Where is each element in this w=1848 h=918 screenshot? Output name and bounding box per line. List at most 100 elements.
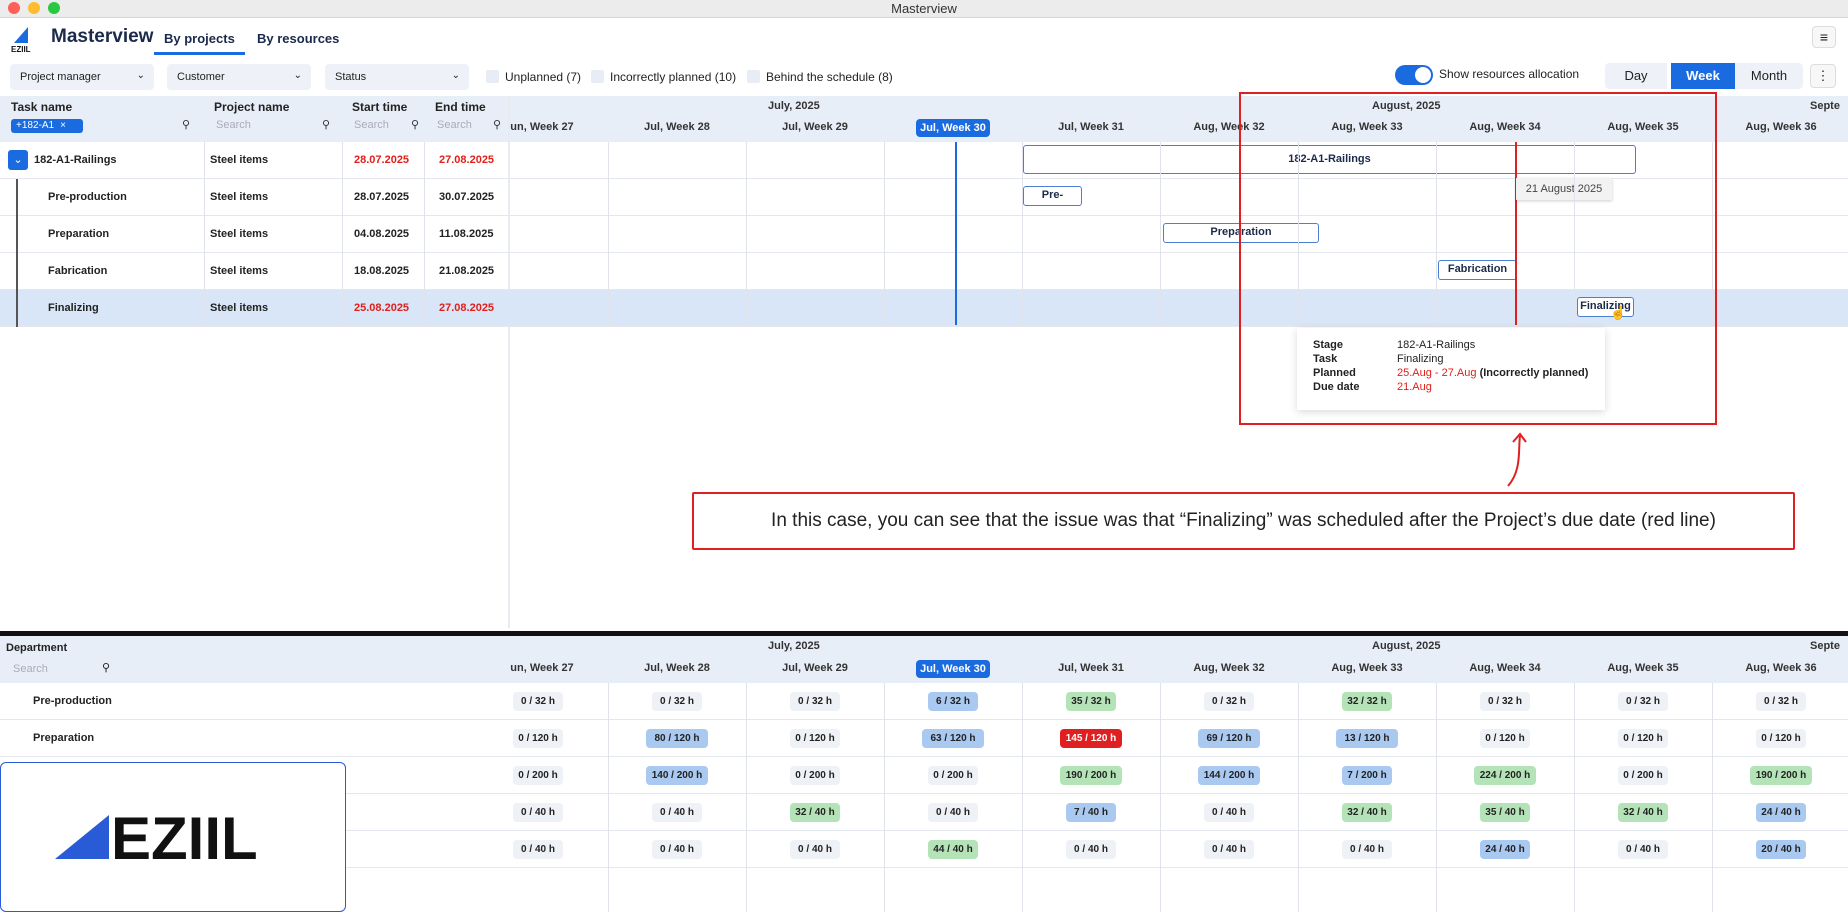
project-search-input[interactable]: Search (216, 119, 251, 131)
start-search-input[interactable]: Search (354, 119, 389, 131)
allocation-pill[interactable]: 0 / 200 h (1618, 766, 1668, 785)
allocation-pill[interactable]: 190 / 200 h (1750, 766, 1812, 785)
more-options-icon[interactable]: ⋮ (1810, 64, 1836, 88)
allocation-pill[interactable]: 35 / 32 h (1066, 692, 1116, 711)
col-project-name[interactable]: Project name (214, 100, 289, 114)
week-label: Jul, Week 28 (644, 121, 710, 133)
tab-by-projects[interactable]: By projects (154, 31, 245, 55)
status-dropdown[interactable]: Status ⌄ (325, 64, 469, 90)
col-end-time[interactable]: End time (435, 100, 486, 114)
current-week-pill[interactable]: Jul, Week 30 (916, 660, 990, 678)
allocation-pill[interactable]: 0 / 200 h (928, 766, 978, 785)
allocation-pill[interactable]: 190 / 200 h (1060, 766, 1122, 785)
allocation-pill[interactable]: 32 / 40 h (1342, 803, 1392, 822)
allocation-pill[interactable]: 7 / 40 h (1066, 803, 1116, 822)
allocation-pill[interactable]: 140 / 200 h (646, 766, 708, 785)
allocation-pill[interactable]: 32 / 40 h (1618, 803, 1668, 822)
grid-line (884, 142, 885, 327)
allocation-pill[interactable]: 0 / 32 h (1756, 692, 1806, 711)
allocation-pill[interactable]: 0 / 40 h (652, 803, 702, 822)
allocation-pill[interactable]: 0 / 120 h (1618, 729, 1668, 748)
checkbox-box[interactable] (591, 70, 604, 83)
gantt-bar[interactable]: Pre-produc (1023, 186, 1082, 206)
allocation-pill[interactable]: 44 / 40 h (928, 840, 978, 859)
filter-bar: Project manager ⌄ Customer ⌄ Status ⌄ Unpla… (0, 58, 1848, 96)
view-month-button[interactable]: Month (1735, 63, 1803, 89)
end-search-input[interactable]: Search (437, 119, 472, 131)
view-day-button[interactable]: Day (1605, 63, 1667, 89)
allocation-pill[interactable]: 0 / 40 h (1618, 840, 1668, 859)
allocation-pill[interactable]: 32 / 40 h (790, 803, 840, 822)
allocation-pill[interactable]: 144 / 200 h (1198, 766, 1260, 785)
chevron-down-icon: ⌄ (136, 70, 145, 81)
expand-chevron-icon[interactable]: ⌄ (8, 150, 28, 170)
allocation-pill[interactable]: 0 / 40 h (1342, 840, 1392, 859)
allocation-pill[interactable]: 0 / 32 h (1204, 692, 1254, 711)
allocation-pill[interactable]: 224 / 200 h (1474, 766, 1536, 785)
col-task-name[interactable]: Task name (11, 100, 72, 114)
allocation-pill[interactable]: 7 / 200 h (1342, 766, 1392, 785)
task-filter-chip[interactable]: +182-A1 × (11, 119, 83, 133)
allocation-pill[interactable]: 0 / 40 h (1066, 840, 1116, 859)
view-week-button[interactable]: Week (1671, 63, 1735, 89)
allocation-pill[interactable]: 0 / 40 h (513, 803, 563, 822)
allocation-pill[interactable]: 0 / 40 h (928, 803, 978, 822)
checkbox-box[interactable] (747, 70, 760, 83)
allocation-pill[interactable]: 0 / 200 h (790, 766, 840, 785)
unplanned-checkbox[interactable]: Unplanned (7) (486, 70, 581, 84)
allocation-pill[interactable]: 24 / 40 h (1756, 803, 1806, 822)
resources-allocation-toggle[interactable] (1395, 65, 1433, 85)
search-icon[interactable]: ⚲ (102, 661, 110, 674)
allocation-pill[interactable]: 0 / 120 h (513, 729, 563, 748)
allocation-pill[interactable]: 20 / 40 h (1756, 840, 1806, 859)
project-manager-dropdown[interactable]: Project manager ⌄ (10, 64, 154, 90)
current-week-pill[interactable]: Jul, Week 30 (916, 119, 990, 137)
project-name-cell: Steel items (210, 265, 269, 277)
allocation-pill[interactable]: 6 / 32 h (928, 692, 978, 711)
chip-close-icon[interactable]: × (60, 120, 66, 131)
allocation-pill[interactable]: 0 / 32 h (513, 692, 563, 711)
allocation-pill[interactable]: 13 / 120 h (1336, 729, 1398, 748)
end-time-cell: 27.08.2025 (439, 302, 495, 314)
tree-line (16, 290, 18, 327)
tree-line (16, 216, 18, 253)
dropdown-label: Status (335, 71, 367, 83)
allocation-pill[interactable]: 0 / 32 h (1618, 692, 1668, 711)
allocation-pill[interactable]: 0 / 32 h (790, 692, 840, 711)
behind-schedule-checkbox[interactable]: Behind the schedule (8) (747, 70, 893, 84)
allocation-pill[interactable]: 32 / 32 h (1342, 692, 1392, 711)
allocation-pill[interactable]: 24 / 40 h (1480, 840, 1530, 859)
department-search-input[interactable]: Search (13, 663, 48, 675)
checkbox-box[interactable] (486, 70, 499, 83)
col-start-time[interactable]: Start time (352, 100, 407, 114)
allocation-pill[interactable]: 63 / 120 h (922, 729, 984, 748)
allocation-pill[interactable]: 0 / 200 h (513, 766, 563, 785)
allocation-pill[interactable]: 69 / 120 h (1198, 729, 1260, 748)
allocation-pill[interactable]: 0 / 40 h (1204, 840, 1254, 859)
search-icon[interactable]: ⚲ (182, 118, 190, 131)
grid-line (1712, 683, 1713, 912)
arrow-annotation-icon (1507, 432, 1527, 487)
allocation-pill[interactable]: 0 / 120 h (1480, 729, 1530, 748)
tab-by-resources[interactable]: By resources (257, 31, 339, 46)
allocation-pill[interactable]: 0 / 120 h (790, 729, 840, 748)
allocation-pill[interactable]: 0 / 40 h (513, 840, 563, 859)
search-icon[interactable]: ⚲ (322, 118, 330, 131)
hamburger-menu-icon[interactable]: ≡ (1812, 26, 1836, 48)
allocation-pill[interactable]: 0 / 40 h (790, 840, 840, 859)
department-header: Department (6, 642, 68, 654)
customer-dropdown[interactable]: Customer ⌄ (167, 64, 311, 90)
allocation-pill[interactable]: 0 / 40 h (1204, 803, 1254, 822)
project-name-cell: Steel items (210, 302, 269, 314)
allocation-pill[interactable]: 145 / 120 h (1060, 729, 1122, 748)
allocation-pill[interactable]: 0 / 40 h (652, 840, 702, 859)
incorrectly-planned-checkbox[interactable]: Incorrectly planned (10) (591, 70, 736, 84)
allocation-pill[interactable]: 0 / 32 h (652, 692, 702, 711)
allocation-pill[interactable]: 35 / 40 h (1480, 803, 1530, 822)
search-icon[interactable]: ⚲ (411, 118, 419, 131)
resource-row[interactable]: Pre-production 0 / 32 h 0 / 32 h 0 / 32 h 6 … (0, 683, 1848, 720)
allocation-pill[interactable]: 0 / 32 h (1480, 692, 1530, 711)
resource-row[interactable]: Preparation 0 / 120 h 80 / 120 h 0 / 120 h 6… (0, 720, 1848, 757)
allocation-pill[interactable]: 0 / 120 h (1756, 729, 1806, 748)
allocation-pill[interactable]: 80 / 120 h (646, 729, 708, 748)
